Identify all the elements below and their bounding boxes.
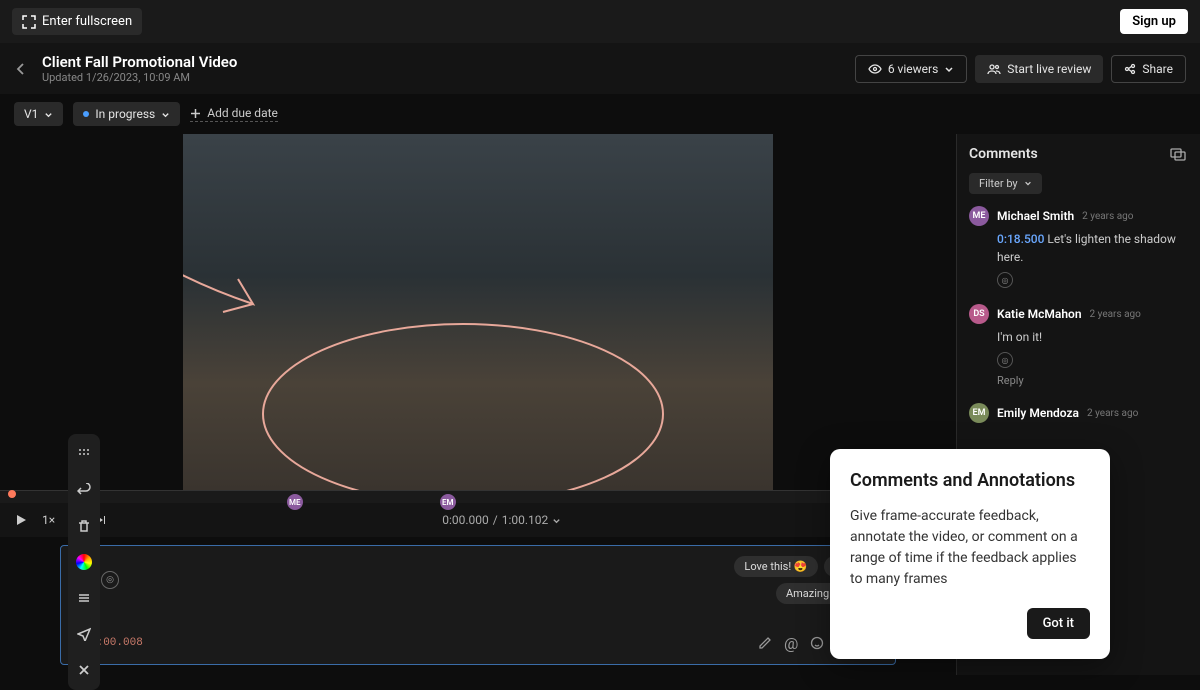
filter-button[interactable]: Filter by [969, 173, 1042, 194]
page-title: Client Fall Promotional Video [42, 53, 237, 71]
time-display: 0:00.000 / 1:00.102 [442, 513, 561, 527]
start-live-review-button[interactable]: Start live review [975, 55, 1103, 83]
share-icon [1124, 63, 1136, 75]
comment-input-box[interactable]: ◎ Love this! 😍 Nice! 🚀 Amazing work! 🔥 0… [60, 545, 896, 665]
comment-author: Katie McMahon [997, 307, 1082, 321]
avatar: DS [969, 304, 989, 324]
annotation-toolbar [68, 434, 100, 690]
timeline[interactable]: ME EM [0, 490, 956, 503]
video-preview[interactable] [183, 134, 773, 490]
popover-title: Comments and Annotations [850, 469, 1090, 492]
people-icon [987, 62, 1001, 76]
status-chip[interactable]: In progress [73, 102, 180, 126]
comments-settings-icon[interactable] [1170, 147, 1188, 161]
comments-heading: Comments [969, 146, 1038, 162]
popover-body: Give frame-accurate feedback, annotate t… [850, 506, 1090, 590]
signup-button[interactable]: Sign up [1120, 9, 1188, 34]
version-chip[interactable]: V1 [14, 102, 63, 126]
close-icon[interactable] [72, 658, 96, 682]
timeline-marker[interactable]: EM [440, 494, 456, 510]
lines-icon[interactable] [72, 586, 96, 610]
status-label: In progress [95, 107, 155, 121]
comment-item[interactable]: EM Emily Mendoza 2 years ago [969, 403, 1188, 423]
status-dot-icon [83, 111, 89, 117]
comment-time: 2 years ago [1082, 211, 1133, 222]
add-date-label: Add due date [207, 106, 278, 120]
share-label: Share [1142, 62, 1173, 76]
current-time: 0:00.000 [442, 513, 489, 527]
version-label: V1 [24, 107, 38, 121]
play-button[interactable] [14, 513, 28, 527]
chevron-down-icon [1024, 179, 1032, 187]
chevron-down-icon [944, 64, 954, 74]
playhead-icon[interactable] [8, 490, 16, 498]
annotation-badge-icon[interactable]: ◎ [997, 272, 1013, 288]
live-review-label: Start live review [1007, 62, 1091, 76]
pencil-icon[interactable] [758, 636, 772, 650]
onboarding-popover: Comments and Annotations Give frame-accu… [830, 449, 1110, 659]
speed-label[interactable]: 1× [42, 513, 55, 527]
reply-button[interactable]: Reply [997, 374, 1188, 387]
comment-author: Michael Smith [997, 209, 1074, 223]
comment-author: Emily Mendoza [997, 406, 1079, 420]
back-arrow-icon[interactable] [14, 62, 28, 76]
grid-icon[interactable] [72, 442, 96, 466]
comment-item[interactable]: DS Katie McMahon 2 years ago I'm on it! … [969, 304, 1188, 387]
total-time: 1:00.102 [502, 513, 549, 527]
comment-timestamp[interactable]: 0:18.500 [997, 232, 1044, 246]
annotation-badge-icon[interactable]: ◎ [997, 352, 1013, 368]
chevron-down-icon [44, 110, 53, 119]
color-picker-icon[interactable] [72, 550, 96, 574]
add-due-date-button[interactable]: Add due date [190, 106, 278, 122]
send-icon[interactable] [72, 622, 96, 646]
plus-icon [190, 108, 201, 119]
timeline-marker[interactable]: ME [287, 494, 303, 510]
chevron-down-icon [552, 516, 561, 525]
comment-text: I'm on it! [997, 328, 1188, 346]
filter-label: Filter by [979, 177, 1018, 190]
viewers-button[interactable]: 6 viewers [855, 55, 967, 83]
updated-timestamp: Updated 1/26/2023, 10:09 AM [42, 71, 237, 84]
annotation-drawing-icon [183, 134, 773, 490]
fullscreen-icon [22, 15, 36, 29]
viewers-label: 6 viewers [888, 62, 938, 76]
comment-item[interactable]: ME Michael Smith 2 years ago 0:18.500 Le… [969, 206, 1188, 288]
got-it-button[interactable]: Got it [1027, 608, 1090, 639]
chevron-down-icon [161, 110, 170, 119]
comment-time: 2 years ago [1087, 408, 1138, 419]
trash-icon[interactable] [72, 514, 96, 538]
avatar: EM [969, 403, 989, 423]
target-icon[interactable]: ◎ [101, 571, 119, 589]
share-button[interactable]: Share [1111, 55, 1186, 83]
emoji-icon[interactable] [810, 636, 824, 650]
mention-icon[interactable]: @ [784, 634, 798, 653]
comment-time: 2 years ago [1090, 309, 1141, 320]
undo-icon[interactable] [72, 478, 96, 502]
avatar: ME [969, 206, 989, 226]
enter-fullscreen-button[interactable]: Enter fullscreen [12, 8, 142, 35]
eye-icon [868, 62, 882, 76]
fullscreen-label: Enter fullscreen [42, 14, 132, 29]
reaction-chip[interactable]: Love this! 😍 [734, 556, 817, 577]
